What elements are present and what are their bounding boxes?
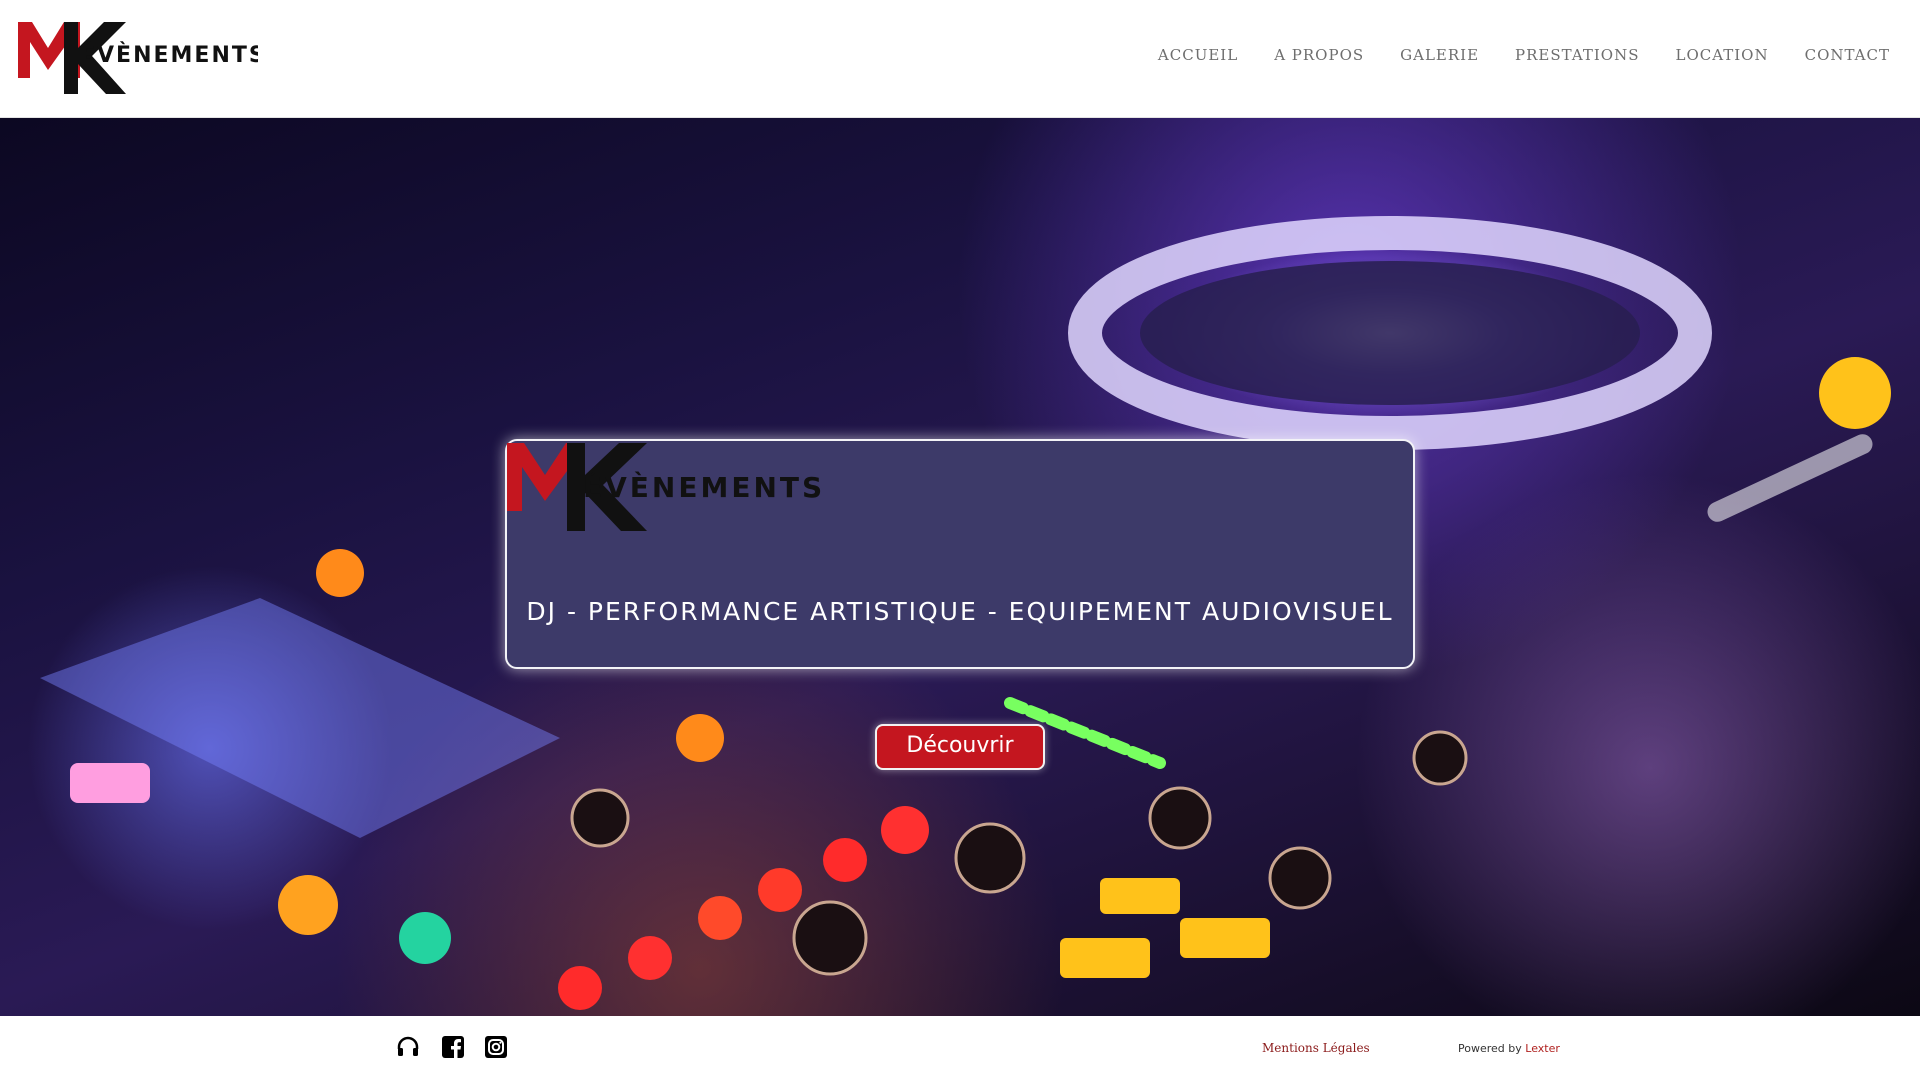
headphones-icon[interactable] [396,1035,420,1059]
hero-tagline: DJ - PERFORMANCE ARTISTIQUE - EQUIPEMENT… [526,597,1394,626]
site-header: ÉVÈNEMENTS ACCUEIL A PROPOS GALERIE PRES… [0,0,1920,118]
nav-galerie[interactable]: GALERIE [1400,46,1479,64]
mentions-legales-link[interactable]: Mentions Légales [1262,1041,1370,1055]
instagram-icon[interactable] [484,1035,508,1059]
decouvrir-button[interactable]: Découvrir [875,724,1045,770]
hero-logo: ÉVÈNEMENTS [507,443,825,531]
lexter-link[interactable]: Lexter [1525,1042,1560,1055]
svg-text:ÉVÈNEMENTS: ÉVÈNEMENTS [80,42,258,68]
nav-a-propos[interactable]: A PROPOS [1274,46,1364,64]
powered-by-label: Powered by [1458,1042,1522,1055]
svg-text:ÉVÈNEMENTS: ÉVÈNEMENTS [583,470,825,504]
nav-contact[interactable]: CONTACT [1805,46,1890,64]
site-footer: Mentions Légales Powered by Lexter [0,1016,1920,1080]
hero-section: ÉVÈNEMENTS DJ - PERFORMANCE ARTISTIQUE -… [0,118,1920,1016]
facebook-icon[interactable] [441,1035,465,1059]
nav-accueil[interactable]: ACCUEIL [1158,46,1238,64]
main-nav: ACCUEIL A PROPOS GALERIE PRESTATIONS LOC… [1158,46,1890,64]
nav-prestations[interactable]: PRESTATIONS [1515,46,1639,64]
powered-by: Powered by Lexter [1458,1042,1560,1055]
nav-location[interactable]: LOCATION [1675,46,1768,64]
site-logo[interactable]: ÉVÈNEMENTS [18,22,258,96]
hero-card: ÉVÈNEMENTS DJ - PERFORMANCE ARTISTIQUE -… [505,439,1415,669]
